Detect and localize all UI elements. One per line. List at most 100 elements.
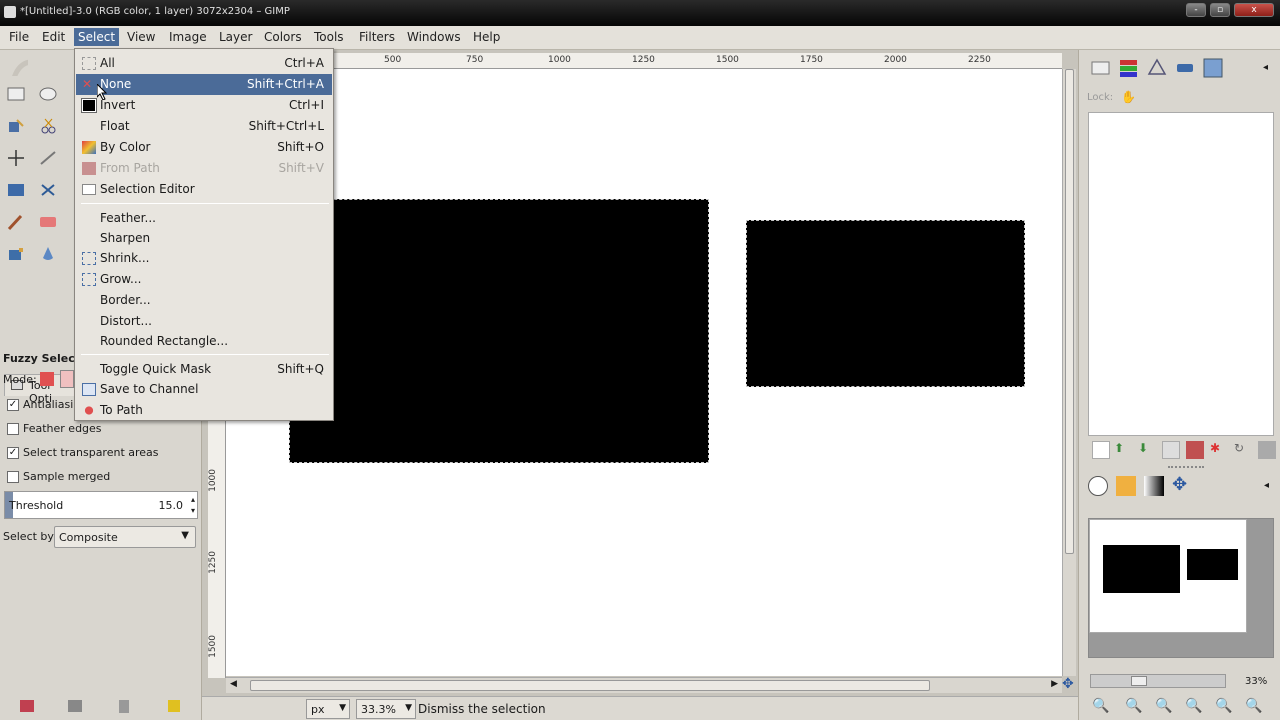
zoom-dropdown[interactable]: 33.3% ▼ xyxy=(356,699,416,719)
horizontal-scrollbar[interactable]: ◀ ▶ xyxy=(226,677,1062,693)
ellipse-select-icon[interactable] xyxy=(37,84,59,104)
menu-image[interactable]: Image xyxy=(169,30,207,44)
maximize-button[interactable]: ▫ xyxy=(1210,3,1230,17)
minimize-button[interactable]: - xyxy=(1186,3,1206,17)
menu-item-from-path[interactable]: From Path Shift+V xyxy=(76,158,332,179)
move-tool-icon[interactable] xyxy=(5,148,27,168)
unit-dropdown[interactable]: px ▼ xyxy=(306,699,350,719)
menu-select[interactable]: Select xyxy=(74,28,120,46)
raise-layer-icon[interactable]: ⬆ xyxy=(1114,441,1132,459)
scroll-left-icon[interactable]: ◀ xyxy=(230,679,237,689)
menu-item-shrink[interactable]: Shrink... xyxy=(76,248,332,269)
menu-item-shortcut: Shift+Ctrl+L xyxy=(248,119,324,133)
reset-tool-options-icon[interactable] xyxy=(163,696,185,716)
mode-replace-icon[interactable] xyxy=(40,372,54,386)
new-layer-icon[interactable] xyxy=(1092,441,1110,459)
menu-layer[interactable]: Layer xyxy=(219,30,252,44)
zoom-out-icon[interactable]: 🔍 xyxy=(1092,698,1109,714)
transform-tool-icon[interactable] xyxy=(5,180,27,200)
lock-alpha-icon[interactable]: ✋ xyxy=(1121,90,1136,104)
menu-item-invert[interactable]: Invert Ctrl+I xyxy=(76,95,332,116)
menu-file[interactable]: File xyxy=(9,30,29,44)
menu-item-grow[interactable]: Grow... xyxy=(76,269,332,290)
menu-item-feather[interactable]: Feather... xyxy=(76,208,332,229)
menu-item-rounded-rectangle[interactable]: Rounded Rectangle... xyxy=(76,331,332,352)
layers-tab-icon[interactable] xyxy=(1089,56,1113,80)
shrink-wrap-icon[interactable]: 🔍 xyxy=(1245,698,1262,714)
histogram-tab-icon[interactable] xyxy=(1144,476,1164,496)
zoom-1-1-icon[interactable]: 🔍 xyxy=(1155,698,1172,714)
vertical-scrollbar[interactable] xyxy=(1062,69,1076,676)
menu-edit[interactable]: Edit xyxy=(42,30,65,44)
paths-tab-icon[interactable] xyxy=(1145,56,1169,80)
menu-item-save-to-channel[interactable]: Save to Channel xyxy=(76,379,332,400)
navigation-tab-icon[interactable]: ✥ xyxy=(1172,474,1190,495)
eraser-icon[interactable] xyxy=(37,212,59,232)
cage-transform-icon[interactable] xyxy=(37,180,59,200)
mode-add-icon[interactable] xyxy=(60,370,74,388)
select-transparent-checkbox[interactable]: ✓ xyxy=(7,447,19,459)
duplicate-layer-icon[interactable] xyxy=(1162,441,1180,459)
paintbrush-icon[interactable] xyxy=(5,212,27,232)
menu-colors[interactable]: Colors xyxy=(264,30,302,44)
lower-layer-icon[interactable]: ⬇ xyxy=(1138,441,1156,459)
nav-zoom-slider-thumb[interactable] xyxy=(1131,676,1147,686)
fuzzy-select-icon[interactable] xyxy=(5,116,27,136)
menu-item-by-color[interactable]: By Color Shift+O xyxy=(76,137,332,158)
colors-tab-icon[interactable] xyxy=(1116,476,1136,496)
menu-item-float[interactable]: Float Shift+Ctrl+L xyxy=(76,116,332,137)
pointer-tab-icon[interactable] xyxy=(1088,476,1108,496)
threshold-spin-icon[interactable]: ▴ ▾ xyxy=(191,494,195,516)
sample-merged-checkbox[interactable] xyxy=(7,471,19,483)
dock-separator-handle[interactable] xyxy=(1168,466,1204,470)
menu-view[interactable]: View xyxy=(127,30,155,44)
zoom-fit-icon[interactable]: 🔍 xyxy=(1185,698,1202,714)
menu-help[interactable]: Help xyxy=(473,30,500,44)
menu-item-all[interactable]: All Ctrl+A xyxy=(76,53,332,74)
window-title: *[Untitled]-3.0 (RGB color, 1 layer) 307… xyxy=(20,6,290,17)
bucket-fill-icon[interactable] xyxy=(5,244,27,264)
anchor-layer-icon[interactable] xyxy=(1186,441,1204,459)
zoom-fill-icon[interactable]: 🔍 xyxy=(1215,698,1232,714)
image-canvas[interactable] xyxy=(226,69,1062,676)
scissors-select-icon[interactable] xyxy=(37,116,59,136)
menu-windows[interactable]: Windows xyxy=(407,30,461,44)
delete-tool-options-icon[interactable] xyxy=(113,696,135,716)
refresh-icon[interactable]: ↻ xyxy=(1234,441,1252,459)
menu-filters[interactable]: Filters xyxy=(359,30,395,44)
measure-tool-icon[interactable] xyxy=(37,148,59,168)
dock-menu-icon[interactable]: ◂ xyxy=(1263,62,1268,73)
navigate-icon[interactable]: ✥ xyxy=(1062,677,1076,693)
smudge-tool-icon[interactable] xyxy=(37,244,59,264)
feather-edges-checkbox[interactable] xyxy=(7,423,19,435)
channels-tab-icon[interactable] xyxy=(1117,56,1141,80)
restore-tool-options-icon[interactable] xyxy=(64,696,86,716)
images-tab-icon[interactable] xyxy=(1201,56,1225,80)
menu-item-to-path[interactable]: To Path xyxy=(76,400,332,421)
menu-tools[interactable]: Tools xyxy=(314,30,344,44)
select-by-dropdown[interactable]: Composite ▼ xyxy=(54,526,196,548)
close-button[interactable]: x xyxy=(1234,3,1274,17)
menu-item-sharpen[interactable]: Sharpen xyxy=(76,228,332,249)
antialiasing-checkbox[interactable]: ✓ xyxy=(7,399,19,411)
vertical-scroll-thumb[interactable] xyxy=(1065,69,1074,554)
zoom-in-icon[interactable]: 🔍 xyxy=(1125,698,1142,714)
menu-item-border[interactable]: Border... xyxy=(76,290,332,311)
menu-item-selection-editor[interactable]: Selection Editor xyxy=(76,179,332,200)
menu-item-distort[interactable]: Distort... xyxy=(76,311,332,332)
layers-list[interactable] xyxy=(1088,112,1274,436)
horizontal-ruler[interactable]: 500 750 1000 1250 1500 1750 2000 2250 xyxy=(226,53,1062,69)
dock-menu-icon[interactable]: ◂ xyxy=(1264,480,1269,491)
layer-mask-icon[interactable]: ✱ xyxy=(1210,441,1228,459)
scroll-right-icon[interactable]: ▶ xyxy=(1051,679,1058,689)
navigation-preview[interactable] xyxy=(1088,518,1274,658)
rect-select-icon[interactable] xyxy=(5,84,27,104)
horizontal-scroll-thumb[interactable] xyxy=(250,680,930,691)
threshold-slider[interactable]: Threshold 15.0 ▴ ▾ xyxy=(4,491,198,519)
nav-zoom-slider[interactable] xyxy=(1090,674,1226,688)
delete-layer-icon[interactable] xyxy=(1258,441,1276,459)
undo-history-tab-icon[interactable] xyxy=(1173,56,1197,80)
menu-item-toggle-quick-mask[interactable]: Toggle Quick Mask Shift+Q xyxy=(76,359,332,380)
save-tool-options-icon[interactable] xyxy=(16,696,38,716)
menu-item-none[interactable]: ✕ None Shift+Ctrl+A xyxy=(76,74,332,95)
